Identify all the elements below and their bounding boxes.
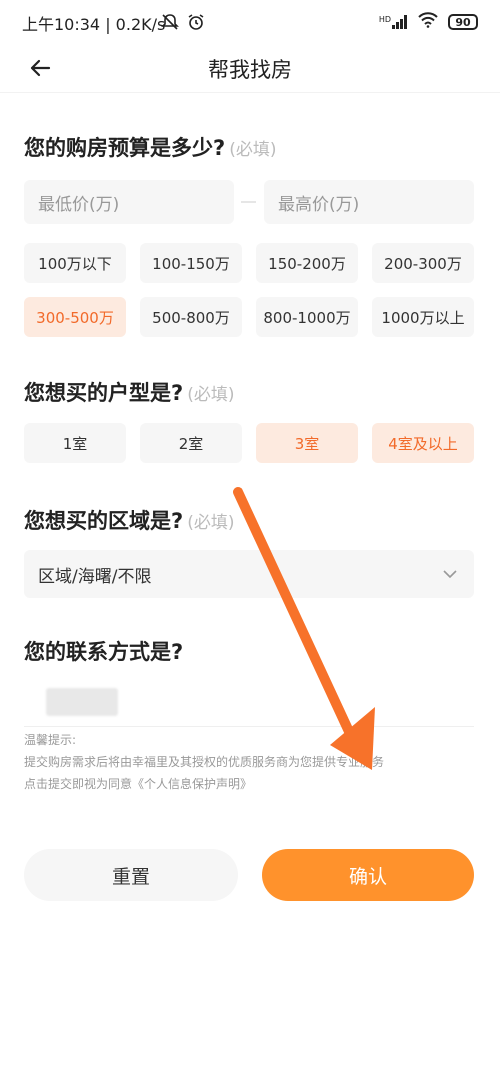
status-time-speed: 上午10:34 | 0.2K/s [22,15,166,34]
confirm-button[interactable]: 确认 [262,849,474,901]
nav-header: 帮我找房 [0,44,500,93]
status-icons: HD 90 [379,10,478,34]
room-option-3[interactable]: 3室 [256,423,358,463]
area-section-title: 您想买的区域是? (必填) [24,505,234,535]
tips-line-1: 提交购房需求后将由幸福里及其授权的优质服务商为您提供专业服务 [24,755,385,769]
notification-off-icon [160,12,180,36]
tips-line-2-prefix: 点击提交即视为同意 [24,777,133,791]
room-option-4-plus[interactable]: 4室及以上 [372,423,474,463]
area-select[interactable]: 区域/海曙/不限 [24,550,474,598]
budget-option-300-500[interactable]: 300-500万 [24,297,126,337]
reset-button[interactable]: 重置 [24,849,238,901]
contact-section-title: 您的联系方式是? [24,636,183,666]
status-bar: 上午10:34 | 0.2K/s HD 90 [0,0,500,44]
max-price-input[interactable]: 最高价(万) [264,180,474,224]
alarm-icon [186,12,206,36]
room-type-required-label: (必填) [187,385,235,405]
room-option-2[interactable]: 2室 [140,423,242,463]
budget-option-150-200[interactable]: 150-200万 [256,243,358,283]
room-type-title-text: 您想买的户型是? [24,381,184,405]
page-title: 帮我找房 [208,58,292,82]
battery-indicator: 90 [448,14,478,30]
chevron-down-icon [442,566,458,582]
budget-option-500-800[interactable]: 500-800万 [140,297,242,337]
signal-icon: HD [379,15,408,29]
budget-option-200-300[interactable]: 200-300万 [372,243,474,283]
room-option-1[interactable]: 1室 [24,423,126,463]
budget-title-text: 您的购房预算是多少? [24,136,226,160]
redacted-phone-number [46,688,118,716]
budget-option-under-100[interactable]: 100万以下 [24,243,126,283]
area-title-text: 您想买的区域是? [24,509,184,533]
area-select-value: 区域/海曙/不限 [38,566,152,587]
budget-option-800-1000[interactable]: 800-1000万 [256,297,358,337]
price-range-separator [241,201,256,203]
budget-section-title: 您的购房预算是多少? (必填) [24,132,276,162]
budget-option-over-1000[interactable]: 1000万以上 [372,297,474,337]
room-type-section-title: 您想买的户型是? (必填) [24,377,234,407]
budget-option-100-150[interactable]: 100-150万 [140,243,242,283]
contact-title-text: 您的联系方式是? [24,640,184,664]
annotation-arrow-icon [233,487,375,770]
signal-hd-label: HD [378,15,391,24]
area-required-label: (必填) [187,513,235,533]
phone-input[interactable] [24,680,474,727]
min-price-input[interactable]: 最低价(万) [24,180,234,224]
privacy-statement-link[interactable]: 《个人信息保护声明》 [132,777,252,791]
wifi-icon [418,12,438,32]
tips-heading: 温馨提示: [24,733,77,747]
budget-required-label: (必填) [229,140,277,160]
tips-line-2: 点击提交即视为同意《个人信息保护声明》 [24,774,252,794]
